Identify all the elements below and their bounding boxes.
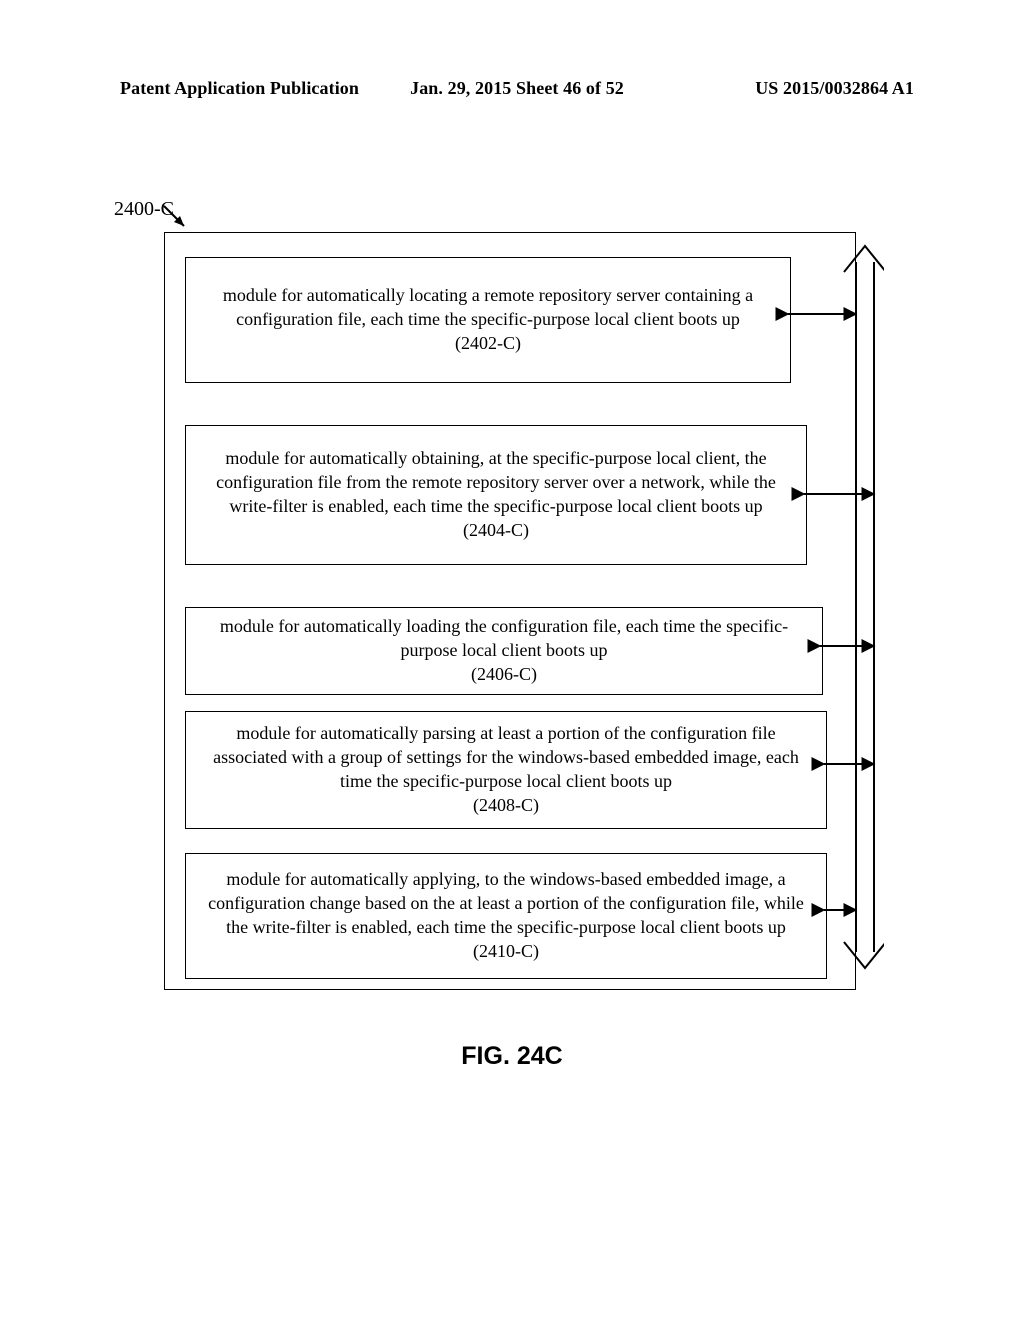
module-box-2402c: module for automatically locating a remo… [185, 257, 791, 383]
header-center: Jan. 29, 2015 Sheet 46 of 52 [385, 78, 650, 99]
header-left: Patent Application Publication [120, 78, 385, 99]
module-text: module for automatically applying, to th… [208, 868, 804, 940]
module-text: module for automatically loading the con… [208, 615, 800, 663]
module-box-2410c: module for automatically applying, to th… [185, 853, 827, 979]
module-number: (2404-C) [463, 519, 529, 543]
module-number: (2410-C) [473, 940, 539, 964]
page: Patent Application Publication Jan. 29, … [0, 0, 1024, 1320]
module-box-2404c: module for automatically obtaining, at t… [185, 425, 807, 565]
page-header: Patent Application Publication Jan. 29, … [120, 78, 914, 99]
figure-caption: FIG. 24C [0, 1042, 1024, 1071]
module-box-2406c: module for automatically loading the con… [185, 607, 823, 695]
module-box-2408c: module for automatically parsing at leas… [185, 711, 827, 829]
module-number: (2408-C) [473, 794, 539, 818]
header-right: US 2015/0032864 A1 [649, 78, 914, 99]
module-text: module for automatically obtaining, at t… [208, 447, 784, 519]
module-number: (2402-C) [455, 332, 521, 356]
diagram-container: module for automatically locating a remo… [164, 232, 856, 990]
module-number: (2406-C) [471, 663, 537, 687]
module-text: module for automatically locating a remo… [208, 284, 768, 332]
module-text: module for automatically parsing at leas… [208, 722, 804, 794]
